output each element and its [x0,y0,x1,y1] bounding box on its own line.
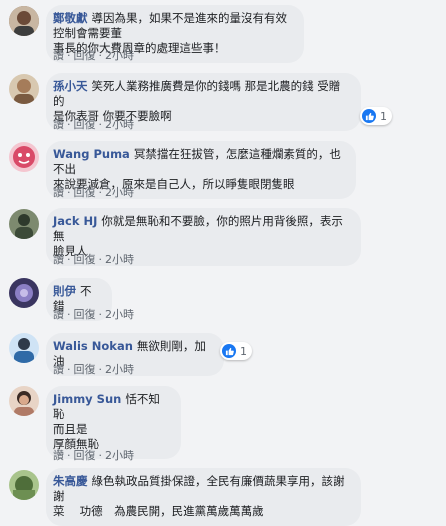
commenter-name[interactable]: 孫小天 [53,79,88,93]
avatar-photo-icon [9,470,39,500]
reply-link[interactable]: 回復 [74,186,96,199]
like-link[interactable]: 讚 [53,253,64,266]
like-link[interactable]: 讚 [53,49,64,62]
timestamp[interactable]: 2小時 [105,186,134,199]
like-link[interactable]: 讚 [53,308,64,321]
comment-actions: 讚 · 回復 · 2小時 [53,449,134,462]
comment-bubble: 朱高慶 綠色執政品質掛保證，全民有廉價蔬果享用，該謝謝 菜 功德 為農民開，民進黨… [46,468,361,526]
avatar-photo-icon [9,209,39,239]
avatar-photo-icon [9,74,39,104]
avatar-photo-icon [9,278,39,308]
reaction-count[interactable]: 1 [220,342,252,360]
timestamp[interactable]: 2小時 [105,363,134,376]
comment-actions: 讚 · 回復 · 2小時 [53,253,134,266]
timestamp[interactable]: 2小時 [105,449,134,462]
reply-link[interactable]: 回復 [74,49,96,62]
comment-text: 綠色執政品質掛保證，全民有廉價蔬果享用，該謝謝 菜 功德 為農民開，民進黨萬歲萬… [53,474,345,518]
timestamp[interactable]: 2小時 [105,118,134,131]
comment-actions: 讚 · 回復 · 2小時 [53,186,134,199]
commenter-name[interactable]: 朱高慶 [53,474,88,488]
reply-link[interactable]: 回復 [74,253,96,266]
reaction-count[interactable]: 1 [360,107,392,125]
like-link[interactable]: 讚 [53,363,64,376]
reply-link[interactable]: 回復 [74,449,96,462]
avatar[interactable] [9,278,39,308]
commenter-name[interactable]: 鄭敬獻 [53,11,88,25]
avatar[interactable] [9,6,39,36]
comment-actions: 讚 · 回復 · 2小時 [53,49,134,62]
commenter-name[interactable]: 則伊 [53,284,76,298]
timestamp[interactable]: 2小時 [105,308,134,321]
like-link[interactable]: 讚 [53,118,64,131]
avatar-photo-icon [9,142,39,172]
commenter-name[interactable]: Jack HJ [53,214,97,228]
thumbs-up-icon [362,109,376,123]
reply-link[interactable]: 回復 [74,308,96,321]
comment-actions: 讚 · 回復 · 2小時 [53,308,134,321]
comment-actions: 讚 · 回復 · 2小時 [53,118,134,131]
avatar[interactable] [9,209,39,239]
avatar[interactable] [9,333,39,363]
commenter-name[interactable]: Jimmy Sun [53,392,121,406]
comment-actions: 讚 · 回復 · 2小時 [53,363,134,376]
commenter-name[interactable]: Walis Nokan [53,339,133,353]
like-link[interactable]: 讚 [53,449,64,462]
avatar-photo-icon [9,6,39,36]
avatar[interactable] [9,74,39,104]
like-link[interactable]: 讚 [53,186,64,199]
avatar-photo-icon [9,333,39,363]
avatar[interactable] [9,470,39,500]
timestamp[interactable]: 2小時 [105,253,134,266]
timestamp[interactable]: 2小時 [105,49,134,62]
avatar[interactable] [9,142,39,172]
reply-link[interactable]: 回復 [74,363,96,376]
avatar[interactable] [9,386,39,416]
reply-link[interactable]: 回復 [74,118,96,131]
thumbs-up-icon [222,344,236,358]
commenter-name[interactable]: Wang Puma [53,147,130,161]
avatar-photo-icon [9,386,39,416]
